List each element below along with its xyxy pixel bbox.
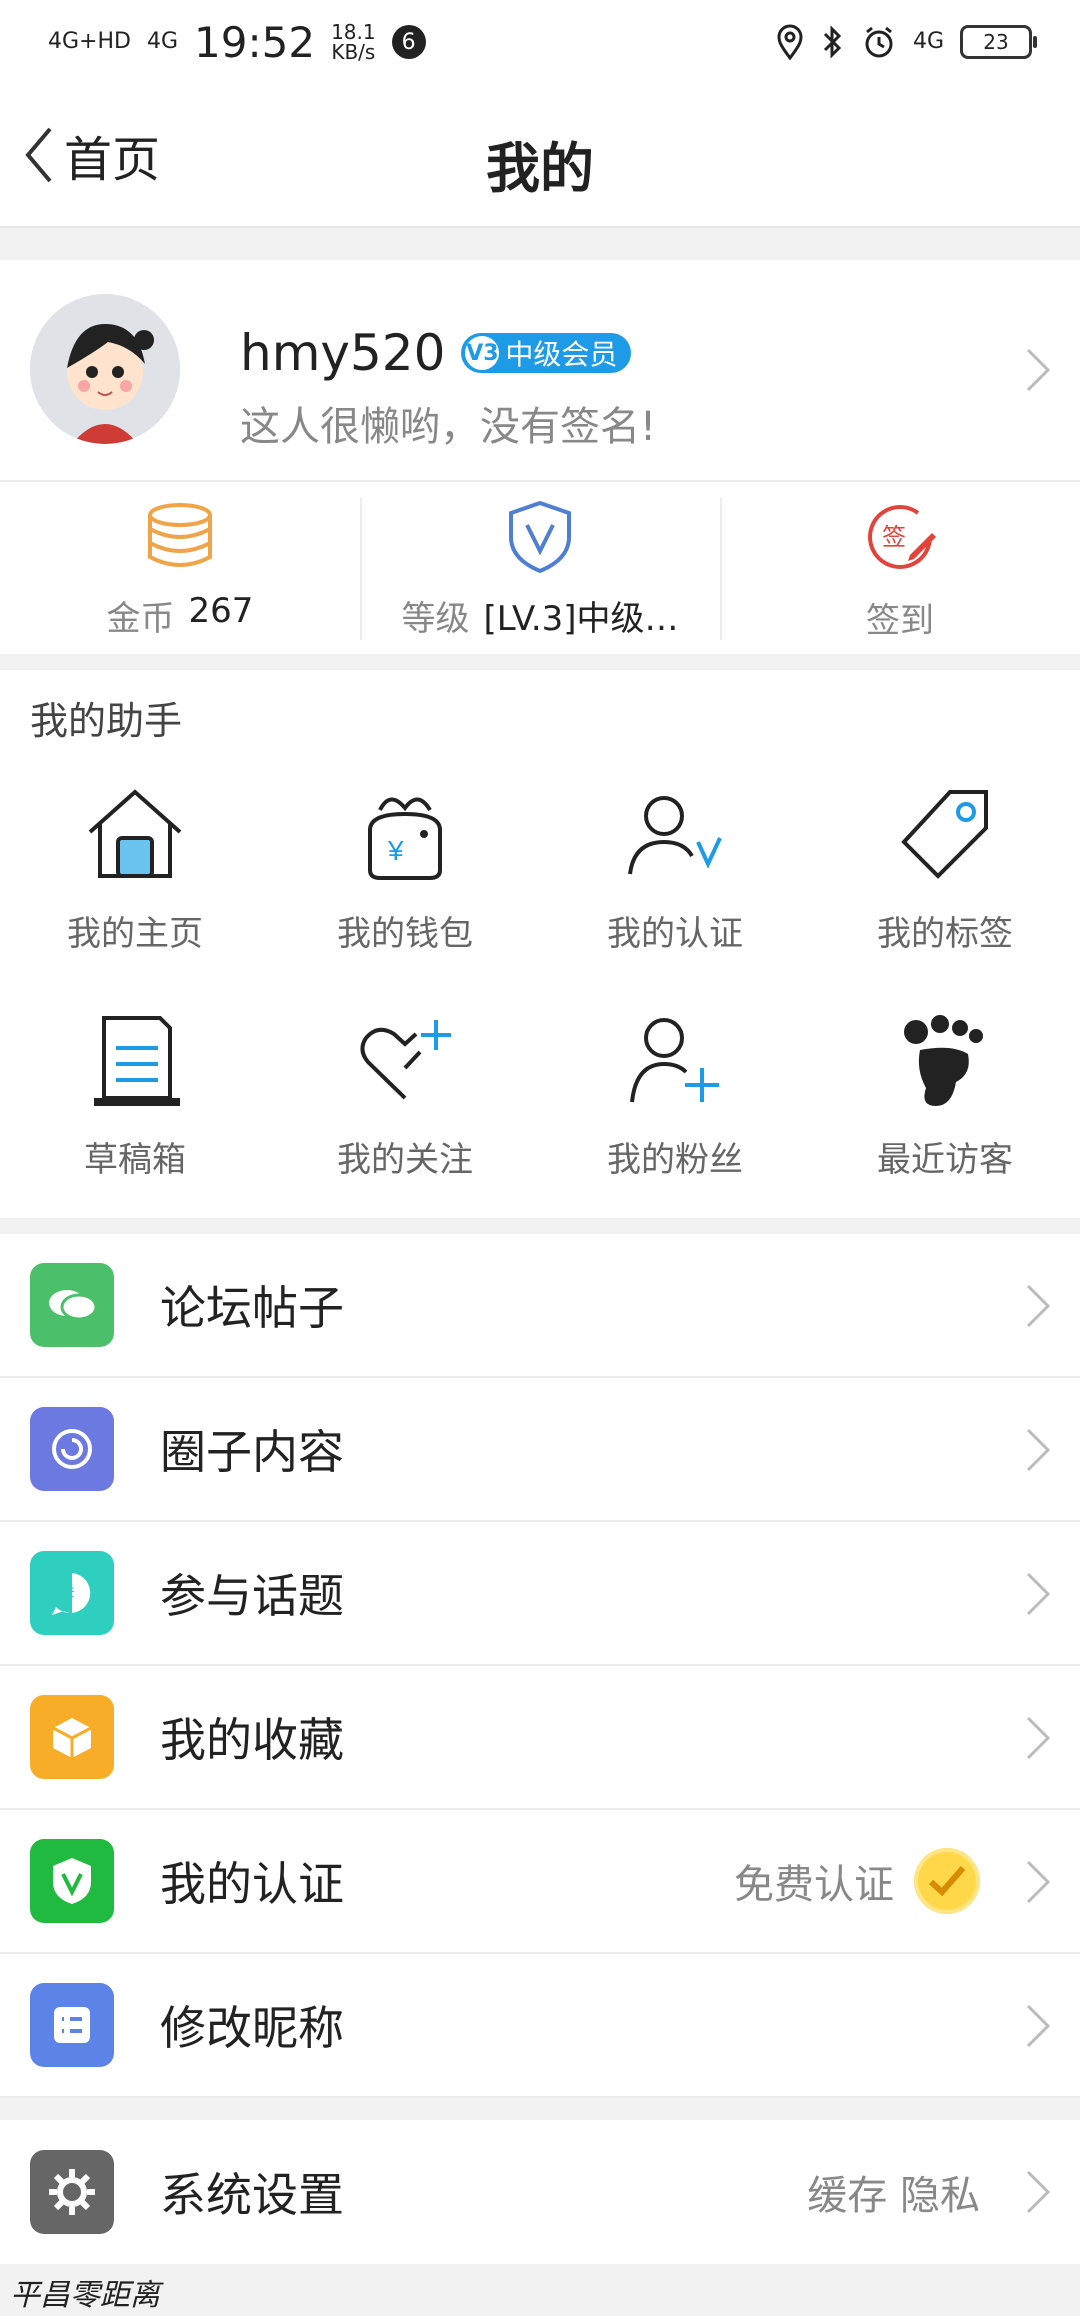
list-icon — [30, 1983, 114, 2067]
menu-item-forum-posts[interactable]: 论坛帖子 — [0, 1234, 1080, 1378]
home-icon — [88, 789, 182, 878]
shield-v-icon — [30, 1839, 114, 1923]
page-title: 我的 — [486, 137, 594, 200]
svg-text:签: 签 — [882, 524, 906, 551]
check-badge-icon — [914, 1848, 980, 1914]
circle-icon — [30, 1407, 114, 1491]
wallet-icon: ¥ — [368, 797, 442, 880]
menu-item-system-settings[interactable]: 系统设置 缓存 隐私 — [0, 2120, 1080, 2264]
coins-value: 267 — [188, 590, 254, 631]
menu-list: 论坛帖子 圈子内容 # 参与话题 我的收藏 我的认证 免费认证 修改昵称 — [0, 1234, 1080, 2098]
chevron-right-icon — [1026, 348, 1051, 392]
chevron-right-icon — [1026, 1428, 1051, 1472]
menu-item-topics[interactable]: # 参与话题 — [0, 1522, 1080, 1666]
profile-card[interactable]: hmy520 V3 中级会员 这人很懒哟，没有签名! — [0, 260, 1080, 480]
bottom-strip: 平昌零距离 — [0, 2264, 1080, 2316]
clock: 19:52 — [194, 17, 316, 67]
vip-badge: V3 中级会员 — [461, 333, 632, 373]
menu-item-favorites[interactable]: 我的收藏 — [0, 1666, 1080, 1810]
alarm-icon — [865, 26, 893, 58]
user-plus-icon — [630, 1018, 719, 1103]
stat-level[interactable]: 等级 [LV.3]中级… — [360, 482, 720, 656]
stats-row: 金币 267 等级 [LV.3]中级… 签 签到 — [0, 480, 1080, 656]
assistant-item-tag[interactable]: 我的标签 — [810, 780, 1080, 1006]
username: hmy520 V3 中级会员 — [240, 324, 632, 382]
location-icon — [777, 24, 803, 60]
notification-badge: 6 — [391, 25, 426, 59]
level-label: 等级 — [401, 598, 470, 639]
battery-icon: 23 — [960, 25, 1037, 59]
status-bar: 4G+HD 4G 19:52 18.1 KB/s 6 4G 23 — [0, 0, 1080, 84]
shield-v-icon — [509, 500, 571, 573]
chat-icon — [30, 1263, 114, 1347]
nav-header: 首页 我的 — [0, 84, 1080, 228]
assistant-item-following[interactable]: 我的关注 — [270, 1006, 540, 1232]
footprint-icon — [904, 1015, 983, 1106]
chevron-right-icon — [1026, 1860, 1051, 1904]
assistant-item-drafts[interactable]: 草稿箱 — [0, 1006, 270, 1232]
vip-badge-text: 中级会员 — [505, 338, 618, 371]
coins-icon — [148, 502, 212, 567]
draft-icon — [94, 1016, 180, 1106]
chevron-right-icon — [1026, 1716, 1051, 1760]
network-2: 4G — [146, 29, 179, 54]
coins-label: 金币 — [106, 598, 175, 639]
stat-checkin[interactable]: 签 签到 — [720, 482, 1080, 656]
avatar[interactable] — [30, 294, 180, 444]
checkin-icon: 签 — [868, 504, 936, 569]
topic-icon: # — [30, 1551, 114, 1635]
assistant-title: 我的助手 — [30, 699, 183, 743]
chevron-right-icon — [1026, 2004, 1051, 2048]
svg-text:¥: ¥ — [387, 835, 404, 866]
assistant-item-fans[interactable]: 我的粉丝 — [540, 1006, 810, 1232]
network-speed: 18.1 KB/s — [331, 20, 376, 64]
menu-item-edit-nickname[interactable]: 修改昵称 — [0, 1954, 1080, 2098]
menu-item-circle-content[interactable]: 圈子内容 — [0, 1378, 1080, 1522]
box-icon — [30, 1695, 114, 1779]
menu-item-verification[interactable]: 我的认证 免费认证 — [0, 1810, 1080, 1954]
vip-level-icon: V3 — [465, 336, 500, 370]
chevron-right-icon — [1026, 1284, 1051, 1328]
username-text: hmy520 — [240, 324, 446, 382]
level-value: [LV.3]中级… — [483, 598, 679, 639]
network-4g-icon: 4G — [912, 29, 944, 54]
avatar-icon — [30, 294, 180, 444]
signature-text: 这人很懒哟，没有签名! — [240, 404, 657, 450]
heart-plus-icon — [360, 1020, 451, 1100]
bluetooth-icon — [823, 25, 842, 59]
stat-coins[interactable]: 金币 267 — [0, 482, 360, 656]
gear-icon — [30, 2150, 114, 2234]
tag-icon — [901, 790, 988, 879]
checkin-label: 签到 — [866, 600, 934, 641]
assistant-item-visitors[interactable]: 最近访客 — [810, 1006, 1080, 1232]
chevron-right-icon — [1026, 2170, 1051, 2214]
settings-hint: 缓存 隐私 — [807, 2173, 980, 2219]
watermark: 平昌零距离 — [10, 2278, 160, 2313]
assistant-item-home[interactable]: 我的主页 — [0, 780, 270, 1006]
assistant-section: 我的助手 我的主页 ¥ 我的钱包 我的认证 我的标签 草稿箱 我的关注 我的粉丝… — [0, 670, 1080, 1218]
chevron-right-icon — [1026, 1572, 1051, 1616]
network-1: 4G+HD — [48, 29, 131, 54]
svg-text:#: # — [63, 1584, 75, 1606]
free-verify-hint: 免费认证 — [734, 1848, 980, 1914]
user-verified-icon — [628, 796, 722, 875]
assistant-item-wallet[interactable]: ¥ 我的钱包 — [270, 780, 540, 1006]
assistant-item-verify[interactable]: 我的认证 — [540, 780, 810, 1006]
assistant-grid: 我的主页 ¥ 我的钱包 我的认证 我的标签 草稿箱 我的关注 我的粉丝 最近访客 — [0, 780, 1080, 1232]
